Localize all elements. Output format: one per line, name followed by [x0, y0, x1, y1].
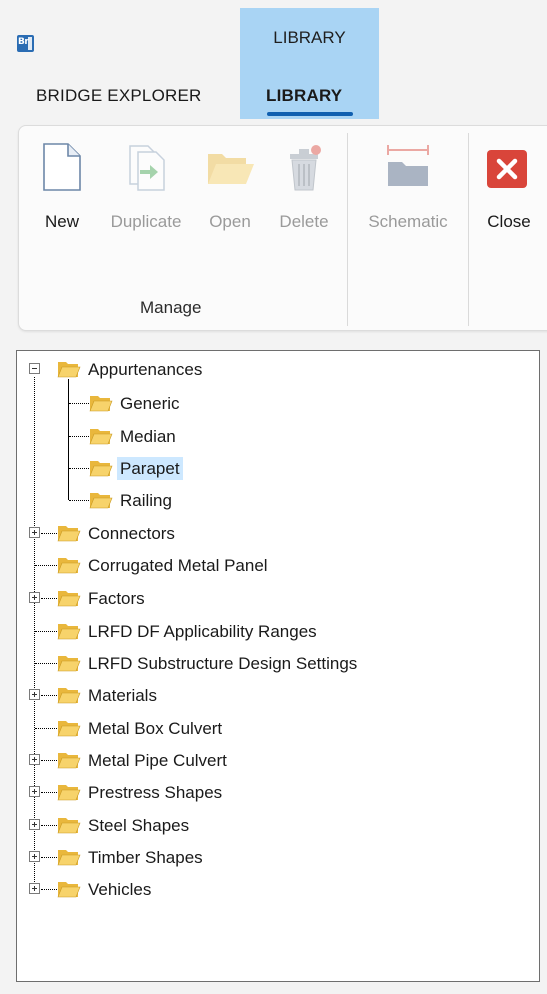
- tree-node-lrfd-substructure-design-settings[interactable]: LRFD Substructure Design Settings: [57, 650, 360, 676]
- open-folder-icon: [208, 154, 254, 184]
- tree-node-label: Median: [120, 426, 176, 446]
- expand-toggle[interactable]: [29, 689, 40, 700]
- tree-node-label: Metal Pipe Culvert: [88, 750, 227, 770]
- tree-node-label: Parapet: [117, 456, 183, 480]
- folder-icon: [57, 623, 81, 639]
- expand-toggle[interactable]: [29, 754, 40, 765]
- folder-icon: [57, 817, 81, 833]
- ribbon-separator: [468, 133, 469, 326]
- expand-toggle[interactable]: [29, 592, 40, 603]
- folder-icon: [57, 784, 81, 800]
- tree-node-timber-shapes[interactable]: Timber Shapes: [57, 844, 206, 870]
- folder-icon: [89, 492, 113, 508]
- tree-node-metal-pipe-culvert[interactable]: Metal Pipe Culvert: [57, 747, 230, 773]
- expand-toggle[interactable]: [29, 786, 40, 797]
- library-tree[interactable]: Appurtenances Generic Median Parapet Rai…: [16, 350, 540, 982]
- duplicate-button[interactable]: Duplicate: [102, 140, 190, 240]
- manage-group-label: Manage: [140, 298, 202, 317]
- tree-node-label: Appurtenances: [88, 359, 203, 379]
- tree-node-steel-shapes[interactable]: Steel Shapes: [57, 812, 192, 838]
- tree-node-factors[interactable]: Factors: [57, 585, 148, 611]
- tree-node-label: Materials: [88, 685, 157, 705]
- tree-node-connectors[interactable]: Connectors: [57, 520, 178, 546]
- delete-button-label: Delete: [279, 212, 329, 231]
- tree-node-median[interactable]: Median: [89, 423, 179, 449]
- tree-node-metal-box-culvert[interactable]: Metal Box Culvert: [57, 715, 225, 741]
- tree-node-label: Steel Shapes: [88, 815, 190, 835]
- folder-icon: [57, 525, 81, 541]
- tree-node-appurtenances[interactable]: Appurtenances: [57, 356, 205, 382]
- tab-bridge-explorer[interactable]: BRIDGE EXPLORER: [36, 86, 202, 106]
- close-button-label: Close: [487, 212, 531, 231]
- expand-toggle[interactable]: [29, 883, 40, 894]
- tree-node-label: Factors: [88, 588, 145, 608]
- folder-icon: [57, 655, 81, 671]
- tree-node-label: LRFD Substructure Design Settings: [88, 653, 358, 673]
- duplicate-icon: [129, 145, 165, 191]
- tree-node-prestress-shapes[interactable]: Prestress Shapes: [57, 779, 225, 805]
- app-logo-text: Br: [18, 37, 29, 47]
- app-logo[interactable]: Br: [17, 35, 34, 52]
- tree-node-materials[interactable]: Materials: [57, 682, 160, 708]
- expand-toggle[interactable]: [29, 851, 40, 862]
- tree-node-corrugated-metal-panel[interactable]: Corrugated Metal Panel: [57, 552, 271, 578]
- tree-node-label: Corrugated Metal Panel: [88, 555, 268, 575]
- tree-node-railing[interactable]: Railing: [89, 487, 175, 513]
- folder-icon: [57, 881, 81, 897]
- tree-node-generic[interactable]: Generic: [89, 390, 183, 416]
- tree-node-label: Generic: [120, 393, 180, 413]
- context-tab-title: LIBRARY: [273, 28, 346, 47]
- tree-root-line: [34, 377, 35, 894]
- folder-icon: [57, 687, 81, 703]
- tree-node-label: Connectors: [88, 523, 175, 543]
- expand-toggle[interactable]: [29, 527, 40, 538]
- new-button[interactable]: New: [36, 140, 88, 240]
- tree-node-label: Prestress Shapes: [88, 782, 223, 802]
- tree-node-label: LRFD DF Applicability Ranges: [88, 621, 317, 641]
- folder-icon: [57, 590, 81, 606]
- open-folder-icon: [89, 460, 113, 476]
- folder-icon: [57, 720, 81, 736]
- new-button-label: New: [44, 212, 79, 231]
- open-button-label: Open: [209, 212, 251, 231]
- schematic-icon: [387, 145, 429, 186]
- close-button[interactable]: Close: [481, 140, 537, 240]
- tree-node-label: Vehicles: [88, 879, 152, 899]
- tree-node-label: Metal Box Culvert: [88, 718, 223, 738]
- schematic-button[interactable]: Schematic: [356, 140, 460, 240]
- tree-node-parapet[interactable]: Parapet: [89, 455, 183, 481]
- duplicate-button-label: Duplicate: [110, 212, 182, 231]
- folder-icon: [57, 849, 81, 865]
- new-document-icon: [43, 143, 81, 191]
- close-icon: [487, 150, 527, 188]
- tree-node-lrfd-df-applicability-ranges[interactable]: LRFD DF Applicability Ranges: [57, 618, 320, 644]
- ribbon-separator: [347, 133, 348, 326]
- open-folder-icon: [57, 361, 81, 377]
- tab-library[interactable]: LIBRARY: [266, 86, 342, 106]
- folder-icon: [89, 395, 113, 411]
- tree-node-label: Railing: [120, 490, 172, 510]
- tree-node-vehicles[interactable]: Vehicles: [57, 876, 154, 902]
- folder-icon: [57, 557, 81, 573]
- collapse-toggle[interactable]: [29, 363, 40, 374]
- expand-toggle[interactable]: [29, 819, 40, 830]
- folder-icon: [57, 752, 81, 768]
- tree-node-label: Timber Shapes: [88, 847, 203, 867]
- trash-icon: [290, 145, 321, 191]
- open-button[interactable]: Open: [203, 140, 257, 240]
- delete-button[interactable]: Delete: [271, 140, 337, 240]
- active-tab-indicator: [267, 112, 353, 116]
- tree-branch-line: [68, 379, 69, 500]
- folder-icon: [89, 428, 113, 444]
- schematic-button-label: Schematic: [368, 212, 448, 231]
